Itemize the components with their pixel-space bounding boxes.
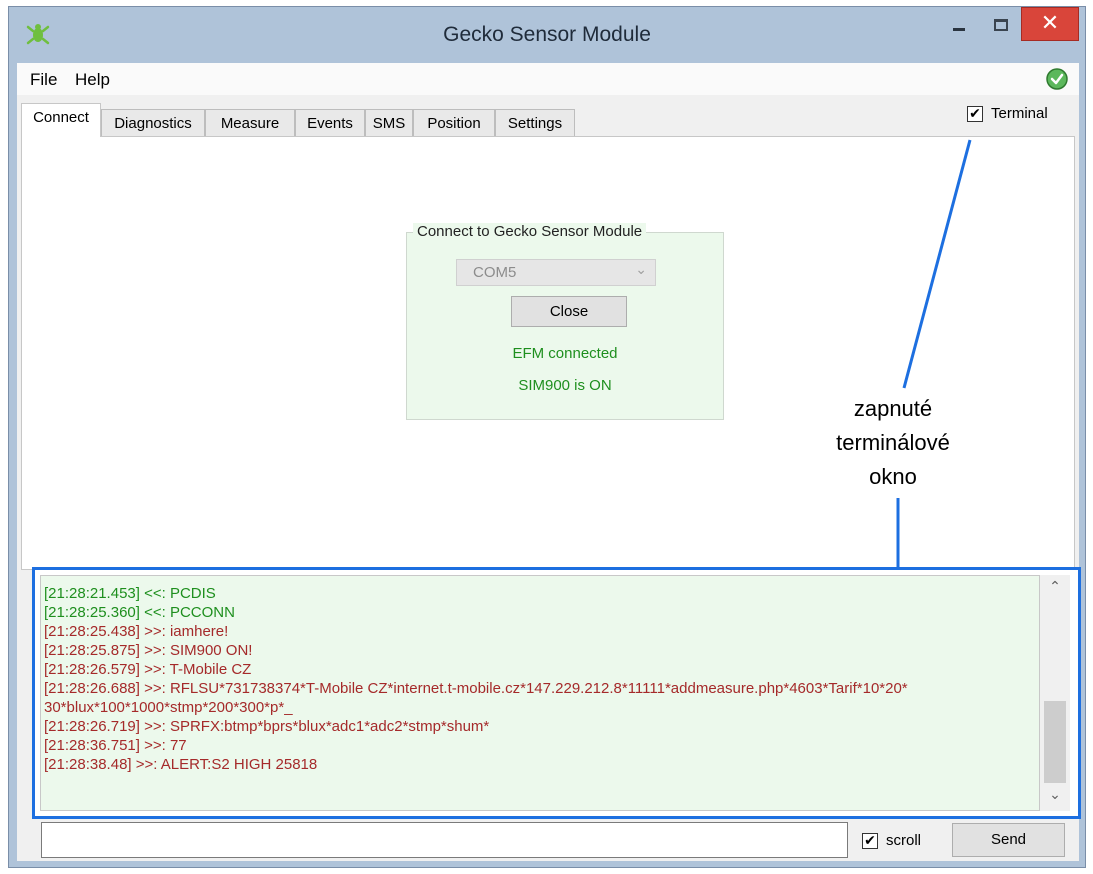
scroll-down-icon[interactable]: ⌄ (1040, 787, 1070, 809)
log-line: [21:28:25.360] <<: PCCONN (44, 604, 235, 621)
log-line: [21:28:26.719] >>: SPRFX:btmp*bprs*blux*… (44, 718, 490, 735)
terminal-panel: [21:28:21.453] <<: PCDIS [21:28:25.360] <… (32, 567, 1081, 819)
scroll-checkbox[interactable]: ✔ (862, 832, 878, 849)
annotation-line-3: okno (869, 464, 917, 489)
log-line: [21:28:25.875] >>: SIM900 ON! (44, 642, 253, 659)
annotation-line-top (902, 139, 972, 389)
scroll-toggle[interactable]: ✔ scroll (862, 832, 921, 849)
log-line: [21:28:26.579] >>: T-Mobile CZ (44, 661, 252, 678)
tab-connect[interactable]: Connect (21, 103, 101, 137)
terminal-log[interactable]: [21:28:21.453] <<: PCDIS [21:28:25.360] <… (40, 575, 1040, 811)
log-line: [21:28:25.438] >>: iamhere! (44, 623, 229, 640)
log-line: [21:28:38.48] >>: ALERT:S2 HIGH 25818 (44, 756, 318, 773)
annotation-line-1: zapnuté (853, 396, 933, 421)
terminal-scrollbar[interactable]: ⌃ ⌄ (1040, 575, 1070, 811)
scroll-up-icon[interactable]: ⌃ (1040, 579, 1070, 601)
annotation-label: zapnuté terminálové okno (808, 392, 978, 494)
scroll-label: scroll (886, 832, 922, 849)
log-line: [21:28:26.688] >>: RFLSU*731738374*T-Mob… (44, 680, 908, 697)
log-line: 30*blux*100*1000*stmp*200*300*p*_ (44, 699, 293, 716)
check-icon: ✔ (864, 832, 876, 849)
scrollbar-thumb[interactable] (1044, 701, 1066, 783)
log-line: [21:28:36.751] >>: 77 (44, 737, 187, 754)
send-button[interactable]: Send (952, 823, 1065, 857)
command-input[interactable] (41, 822, 848, 858)
log-line: [21:28:21.453] <<: PCDIS (44, 585, 216, 602)
annotation-line-2: terminálové (836, 430, 950, 455)
